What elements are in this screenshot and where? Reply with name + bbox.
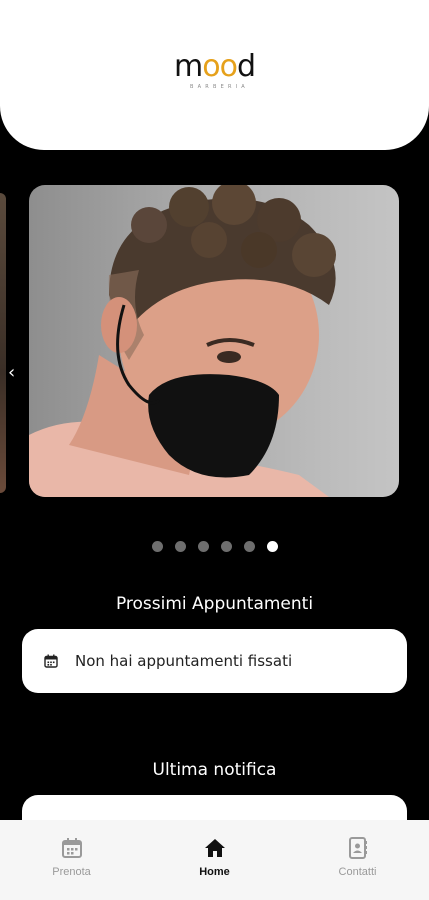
nav-label-contatti: Contatti (338, 866, 377, 878)
bottom-navigation: Prenota Home Contatti (0, 820, 429, 900)
nav-label-prenota: Prenota (52, 866, 91, 878)
logo-wordmark: m oo d (174, 49, 256, 84)
no-appointments-text: Non hai appuntamenti fissati (75, 652, 293, 670)
calendar-icon (61, 838, 82, 858)
logo-subtitle: BARBERIA (190, 84, 249, 90)
carousel-dot[interactable] (197, 541, 209, 552)
notification-section-title: Ultima notifica (152, 760, 277, 780)
carousel-pagination (0, 541, 429, 552)
carousel-dot[interactable] (151, 541, 163, 552)
appointments-section-title: Prossimi Appuntamenti (115, 594, 314, 614)
carousel-dot[interactable] (243, 541, 255, 552)
previous-slide-peek[interactable] (0, 193, 6, 493)
calendar-icon (44, 654, 58, 668)
nav-label-home: Home (199, 866, 230, 878)
app-header: m oo d BARBERIA (0, 0, 429, 150)
carousel-dot-active[interactable] (266, 541, 278, 552)
haircut-photo (29, 185, 336, 497)
carousel-dot[interactable] (220, 541, 232, 552)
appointment-card[interactable]: Non hai appuntamenti fissati (22, 629, 407, 693)
home-icon (204, 839, 225, 857)
nav-item-prenota[interactable]: Prenota (17, 836, 127, 878)
carousel-slide-photo[interactable] (29, 185, 399, 497)
brand-logo: m oo d BARBERIA (0, 49, 429, 91)
carousel-prev-chevron-icon[interactable]: ‹ (8, 363, 15, 383)
carousel-dot[interactable] (174, 541, 186, 552)
nav-item-contatti[interactable]: Contatti (303, 836, 413, 878)
contacts-icon (348, 837, 367, 859)
nav-item-home[interactable]: Home (160, 836, 270, 878)
image-carousel[interactable]: ‹ (0, 185, 429, 497)
